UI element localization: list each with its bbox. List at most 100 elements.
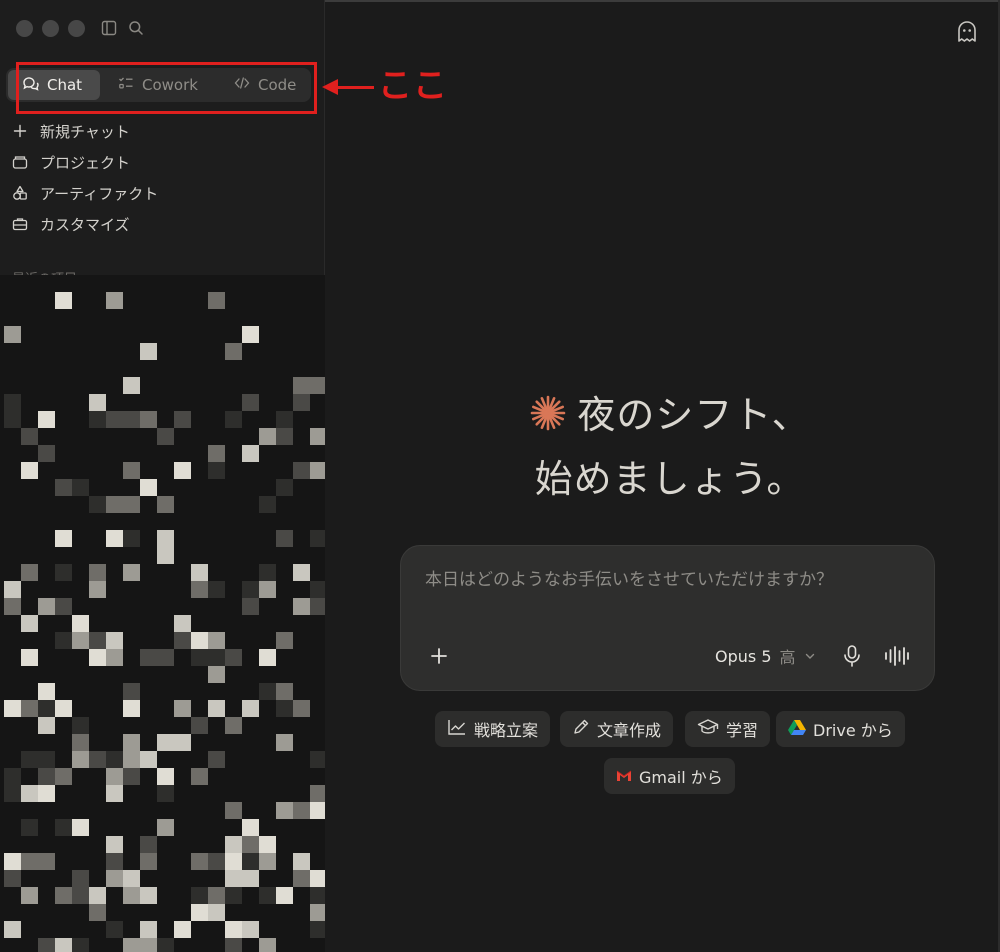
mosaic-cell: [72, 751, 89, 768]
mosaic-cell: [106, 292, 123, 309]
chip-drive[interactable]: Drive から: [776, 711, 905, 747]
mosaic-cell: [106, 853, 123, 870]
mosaic-cell: [89, 564, 106, 581]
mosaic-cell: [259, 564, 276, 581]
annotation-arrow-shaft: [336, 86, 374, 89]
mosaic-cell: [55, 530, 72, 547]
mosaic-cell: [191, 904, 208, 921]
mosaic-cell: [38, 853, 55, 870]
mosaic-cell: [89, 904, 106, 921]
close-window-button[interactable]: [16, 20, 33, 37]
minimize-window-button[interactable]: [42, 20, 59, 37]
mosaic-cell: [310, 785, 325, 802]
microphone-icon[interactable]: [841, 644, 863, 668]
zoom-window-button[interactable]: [68, 20, 85, 37]
mosaic-cell: [4, 326, 21, 343]
greeting-line-1: 夜のシフト、: [577, 393, 811, 437]
mosaic-cell: [191, 717, 208, 734]
mosaic-cell: [259, 649, 276, 666]
mosaic-cell: [174, 632, 191, 649]
sidebar-toggle-icon[interactable]: [100, 19, 118, 37]
attach-plus-icon[interactable]: [428, 645, 450, 667]
mosaic-cell: [191, 768, 208, 785]
mosaic-cell: [242, 326, 259, 343]
voice-mode-icon[interactable]: [884, 645, 910, 667]
mosaic-cell: [276, 887, 293, 904]
mosaic-cell: [123, 496, 140, 513]
mosaic-cell: [276, 802, 293, 819]
mosaic-cell: [310, 377, 325, 394]
greeting-heading: 夜のシフト、 始めましょう。: [420, 385, 920, 509]
nav-new-chat[interactable]: 新規チャット: [12, 119, 130, 143]
mosaic-cell: [89, 649, 106, 666]
chip-learning[interactable]: 学習: [685, 711, 771, 747]
model-selector[interactable]: Opus 5 高: [715, 644, 816, 668]
nav-artifacts-label: アーティファクト: [40, 184, 159, 203]
gmail-icon: [616, 767, 632, 786]
google-drive-icon: [788, 719, 806, 739]
mosaic-cell: [106, 632, 123, 649]
mosaic-cell: [191, 853, 208, 870]
mosaic-cell: [55, 768, 72, 785]
mosaic-cell: [72, 615, 89, 632]
mosaic-cell: [242, 445, 259, 462]
mosaic-cell: [140, 887, 157, 904]
mosaic-cell: [38, 938, 55, 952]
mosaic-cell: [123, 768, 140, 785]
nav-projects[interactable]: プロジェクト: [12, 150, 130, 174]
mosaic-cell: [293, 853, 310, 870]
mosaic-cell: [157, 938, 174, 952]
nav-artifacts[interactable]: アーティファクト: [12, 181, 158, 205]
mosaic-cell: [174, 700, 191, 717]
mosaic-cell: [106, 751, 123, 768]
chip-writing[interactable]: 文章作成: [560, 711, 674, 747]
mosaic-cell: [106, 785, 123, 802]
nav-customize[interactable]: カスタマイズ: [12, 212, 130, 236]
mosaic-cell: [310, 581, 325, 598]
mosaic-cell: [191, 887, 208, 904]
chip-writing-label: 文章作成: [597, 721, 662, 740]
folder-icon: [12, 154, 28, 170]
mosaic-cell: [276, 683, 293, 700]
mosaic-cell: [259, 496, 276, 513]
mosaic-cell: [21, 615, 38, 632]
mosaic-cell: [21, 462, 38, 479]
mosaic-cell: [259, 428, 276, 445]
mosaic-cell: [225, 938, 242, 952]
mosaic-cell: [106, 496, 123, 513]
spark-logo-icon: [529, 389, 567, 449]
ghost-icon[interactable]: [955, 20, 979, 44]
search-icon[interactable]: [127, 19, 145, 37]
mosaic-cell: [174, 462, 191, 479]
shapes-icon: [12, 185, 28, 201]
mosaic-cell: [4, 853, 21, 870]
mosaic-cell: [4, 870, 21, 887]
mosaic-cell: [123, 411, 140, 428]
annotation-label: ここ: [378, 66, 448, 106]
greeting-line-2: 始めましょう。: [534, 457, 806, 501]
redacted-recents-mosaic: [0, 275, 325, 952]
chip-strategy[interactable]: 戦略立案: [435, 711, 551, 747]
mosaic-cell: [4, 581, 21, 598]
mosaic-cell: [4, 921, 21, 938]
prompt-input[interactable]: [425, 570, 915, 590]
graduation-cap-icon: [697, 718, 719, 740]
mosaic-cell: [225, 717, 242, 734]
mosaic-cell: [310, 870, 325, 887]
mosaic-cell: [157, 768, 174, 785]
annotation-highlight-box: [16, 62, 317, 114]
mosaic-cell: [21, 564, 38, 581]
mosaic-cell: [21, 649, 38, 666]
mosaic-cell: [293, 700, 310, 717]
chip-gmail[interactable]: Gmail から: [604, 758, 735, 794]
mosaic-cell: [89, 496, 106, 513]
mosaic-cell: [21, 887, 38, 904]
mosaic-cell: [123, 530, 140, 547]
mosaic-cell: [157, 547, 174, 564]
mosaic-cell: [293, 394, 310, 411]
mosaic-cell: [55, 700, 72, 717]
mosaic-cell: [72, 717, 89, 734]
mosaic-cell: [106, 530, 123, 547]
mosaic-cell: [55, 632, 72, 649]
mosaic-cell: [310, 751, 325, 768]
